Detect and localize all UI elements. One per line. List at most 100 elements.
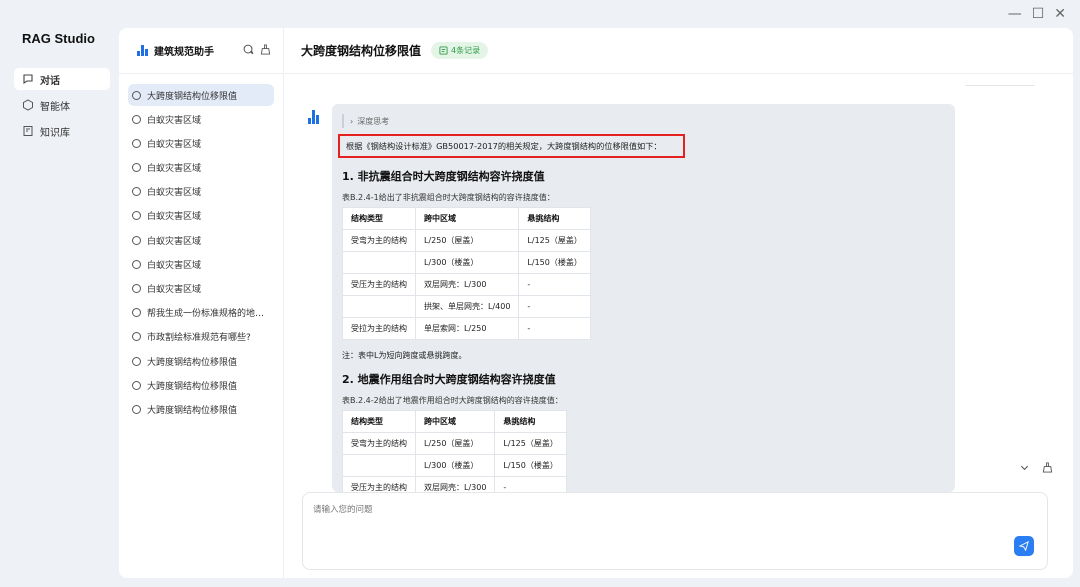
table-cell: 拱架、单层网壳：L/400: [414, 295, 520, 318]
table-header: 悬挑结构: [494, 410, 567, 433]
deep-think-label: 深度思考: [357, 116, 390, 126]
send-button[interactable]: [1014, 536, 1034, 556]
new-chat-icon[interactable]: [243, 44, 254, 58]
chat-bubble-icon: [132, 356, 141, 366]
chat-item-label: 白蚁灾害区域: [147, 115, 202, 126]
table-row: 受弯为主的结构 L/250（屋盖） L/125（屋盖）: [342, 229, 591, 252]
chevron-right-icon: ›: [350, 116, 354, 126]
table-cell: -: [518, 317, 591, 340]
assistant-message: › 深度思考 根据《钢结构设计标准》GB50017-2017的相关规定，大跨度钢…: [332, 104, 955, 492]
table-cell: L/150（楼盖）: [518, 251, 591, 274]
nav-item-knowledge-base[interactable]: 知识库: [14, 120, 110, 142]
record-count-badge[interactable]: 4条记录: [431, 42, 489, 59]
table-header-row: 结构类型 跨中区域 悬挑结构: [342, 207, 591, 230]
chat-item-label: 白蚁灾害区域: [147, 236, 202, 247]
chat-list-item[interactable]: 白蚁灾害区域: [128, 108, 274, 130]
chat-list-panel: 建筑规范助手 大跨度钢结构位移限值 白蚁灾害区域 白蚁灾害区域 白蚁灾害区域 白…: [119, 28, 284, 578]
table-cell: L/250（屋盖）: [414, 432, 496, 455]
chat-item-label: 大跨度钢结构位移限值: [147, 357, 238, 368]
records-icon: [439, 46, 448, 55]
chat-bubble-icon: [132, 332, 141, 342]
chat-item-label: 白蚁灾害区域: [147, 285, 202, 295]
close-icon[interactable]: ✕: [1054, 6, 1066, 22]
chat-list-item[interactable]: 大跨度钢结构位移限值: [128, 374, 274, 396]
chat-bubble-icon: [132, 90, 141, 100]
assistant-title: 建筑规范助手: [137, 43, 214, 58]
chat-list-item[interactable]: 帮我生成一份标准规格的地…: [128, 302, 274, 324]
table-cell: 双层网壳：L/300: [414, 476, 496, 492]
table-cell: L/125（屋盖）: [518, 229, 591, 252]
chat-list-item[interactable]: 大跨度钢结构位移限值: [128, 398, 274, 420]
table-cell: L/150（楼盖）: [494, 454, 567, 477]
table-cell: [342, 295, 416, 318]
deflection-table-2: 结构类型 跨中区域 悬挑结构 受弯为主的结构 L/250（屋盖） L/125（屋…: [342, 410, 567, 492]
chat-list-item[interactable]: 白蚁灾害区域: [128, 278, 274, 300]
deep-think-toggle[interactable]: › 深度思考: [342, 114, 945, 128]
chat-list-item[interactable]: 市政割绘标准规范有哪些?: [128, 326, 274, 348]
agent-icon: [22, 99, 34, 111]
table-row: L/300（楼盖） L/150（楼盖）: [342, 454, 567, 477]
nav-label: 对话: [40, 75, 60, 87]
intro-highlight: 根据《钢结构设计标准》GB50017-2017的相关规定，大跨度钢结构的位移限值…: [338, 134, 685, 158]
table-caption: 表B.2.4-1给出了非抗震组合时大跨度钢结构的容许挠度值：: [342, 193, 555, 202]
chat-list: 大跨度钢结构位移限值 白蚁灾害区域 白蚁灾害区域 白蚁灾害区域 白蚁灾害区域 白…: [119, 74, 283, 420]
table-header: 结构类型: [342, 410, 416, 433]
table-cell: 受弯为主的结构: [342, 432, 416, 455]
chat-item-label: 白蚁灾害区域: [147, 260, 202, 271]
table-cell: -: [518, 295, 591, 318]
table-header: 结构类型: [342, 207, 416, 230]
message-input-box: [302, 492, 1048, 570]
table-row: L/300（楼盖） L/150（楼盖）: [342, 251, 591, 274]
assistant-header: 建筑规范助手: [119, 28, 283, 74]
table-header-row: 结构类型 跨中区域 悬挑结构: [342, 410, 567, 433]
app-title: RAG Studio: [22, 31, 95, 46]
chat-list-item[interactable]: 大跨度钢结构位移限值: [128, 84, 274, 106]
table-cell: 受弯为主的结构: [342, 229, 416, 252]
chat-list-item[interactable]: 白蚁灾害区域: [128, 181, 274, 203]
chat-item-label: 白蚁灾害区域: [147, 188, 202, 199]
window-controls: — ☐ ✕: [1008, 6, 1066, 22]
chat-item-label: 大跨度钢结构位移限值: [147, 405, 238, 416]
chat-bubble-icon: [132, 404, 141, 414]
minimize-icon[interactable]: —: [1008, 6, 1022, 22]
nav-item-chat[interactable]: 对话: [14, 68, 110, 90]
assistant-avatar-icon: [307, 110, 321, 124]
table-cell: -: [518, 273, 591, 296]
table-note: 注：表中L为短向跨度或悬挑跨度。: [342, 351, 467, 360]
table-cell: 受压为主的结构: [342, 273, 416, 296]
chat-bubble-icon: [132, 380, 141, 390]
table-cell: 双层网壳：L/300: [414, 273, 520, 296]
chat-list-item[interactable]: 白蚁灾害区域: [128, 229, 274, 251]
chat-list-item[interactable]: 白蚁灾害区域: [128, 157, 274, 179]
table-header: 跨中区域: [414, 207, 520, 230]
chat-bubble-icon: [132, 187, 141, 197]
chat-list-item[interactable]: 白蚁灾害区域: [128, 132, 274, 154]
clean-icon[interactable]: [260, 43, 271, 58]
chat-list-item[interactable]: 白蚁灾害区域: [128, 253, 274, 275]
chat-bubble-icon: [132, 163, 141, 173]
table-cell: 受拉为主的结构: [342, 317, 416, 340]
table-row: 受压为主的结构 双层网壳：L/300 -: [342, 476, 567, 492]
conversation-panel: 大跨度钢结构位移限值 4条记录 › 深度思考 根据《钢结构设计标准》GB5001…: [285, 28, 1073, 578]
table-row: 受弯为主的结构 L/250（屋盖） L/125（屋盖）: [342, 432, 567, 455]
chat-list-item[interactable]: 大跨度钢结构位移限值: [128, 350, 274, 372]
nav-item-agent[interactable]: 智能体: [14, 94, 110, 116]
table-cell: -: [494, 476, 567, 492]
section-title: 1. 非抗震组合时大跨度钢结构容许挠度值: [342, 170, 545, 183]
table-header: 跨中区域: [414, 410, 496, 433]
table-caption: 表B.2.4-2给出了地震作用组合时大跨度钢结构的容许挠度值：: [342, 396, 563, 405]
record-count-label: 4条记录: [451, 46, 481, 55]
chat-bubble-icon: [132, 259, 141, 269]
chevron-down-icon[interactable]: [1019, 462, 1030, 476]
chat-item-label: 白蚁灾害区域: [147, 212, 202, 223]
conversation-header: 大跨度钢结构位移限值 4条记录: [285, 28, 1073, 74]
table-row: 受压为主的结构 双层网壳：L/300 -: [342, 273, 591, 296]
clean-icon[interactable]: [1042, 462, 1053, 476]
chat-list-item[interactable]: 白蚁灾害区域: [128, 205, 274, 227]
chat-bubble-icon: [132, 284, 141, 293]
table-row: 拱架、单层网壳：L/400 -: [342, 295, 591, 318]
message-input[interactable]: [313, 503, 913, 543]
maximize-icon[interactable]: ☐: [1032, 6, 1045, 22]
knowledge-base-icon: [22, 125, 34, 137]
table-cell: L/300（楼盖）: [414, 454, 496, 477]
